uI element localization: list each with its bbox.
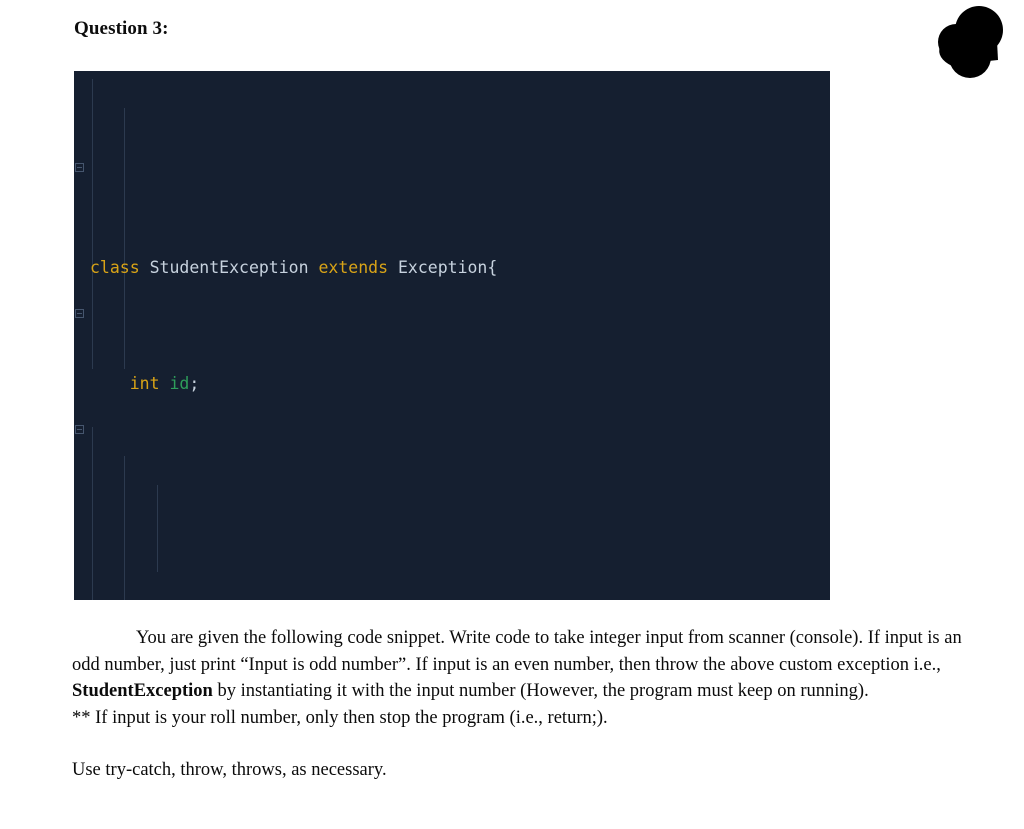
paragraph-instructions-part2: by instantiating it with the input numbe…	[212, 681, 869, 701]
token-field: id	[159, 374, 190, 393]
blob-logo	[926, 2, 1012, 84]
paragraph-instructions: You are given the following code snippet…	[72, 625, 972, 705]
code-fold-marker[interactable]	[75, 309, 84, 318]
token-identifier: StudentException	[139, 258, 319, 277]
token-keyword: int	[90, 374, 160, 393]
token-punct: ;	[189, 374, 200, 393]
paragraph-roll-number-note: ** If input is your roll number, only th…	[72, 707, 608, 728]
token-keyword: extends	[318, 258, 389, 277]
code-fold-marker[interactable]	[75, 425, 84, 434]
code-line: class StudentException extends Exception…	[90, 253, 830, 282]
paragraph-try-catch-note: Use try-catch, throw, throws, as necessa…	[72, 760, 387, 780]
code-fold-marker[interactable]	[75, 163, 84, 172]
blob-logo-icon	[938, 6, 1003, 78]
code-line: int id;	[90, 369, 830, 398]
page-title: Question 3:	[74, 18, 169, 39]
question-body: You are given the following code snippet…	[72, 625, 972, 784]
paragraph-instructions-part1: You are given the following code snippet…	[72, 628, 962, 675]
code-block[interactable]: class StudentException extends Exception…	[74, 71, 830, 600]
token-keyword: class	[90, 258, 140, 277]
indent-guides	[74, 79, 830, 600]
code-content: class StudentException extends Exception…	[74, 79, 830, 600]
token-identifier: Exception{	[388, 258, 498, 277]
exception-class-name: StudentException	[72, 681, 213, 701]
